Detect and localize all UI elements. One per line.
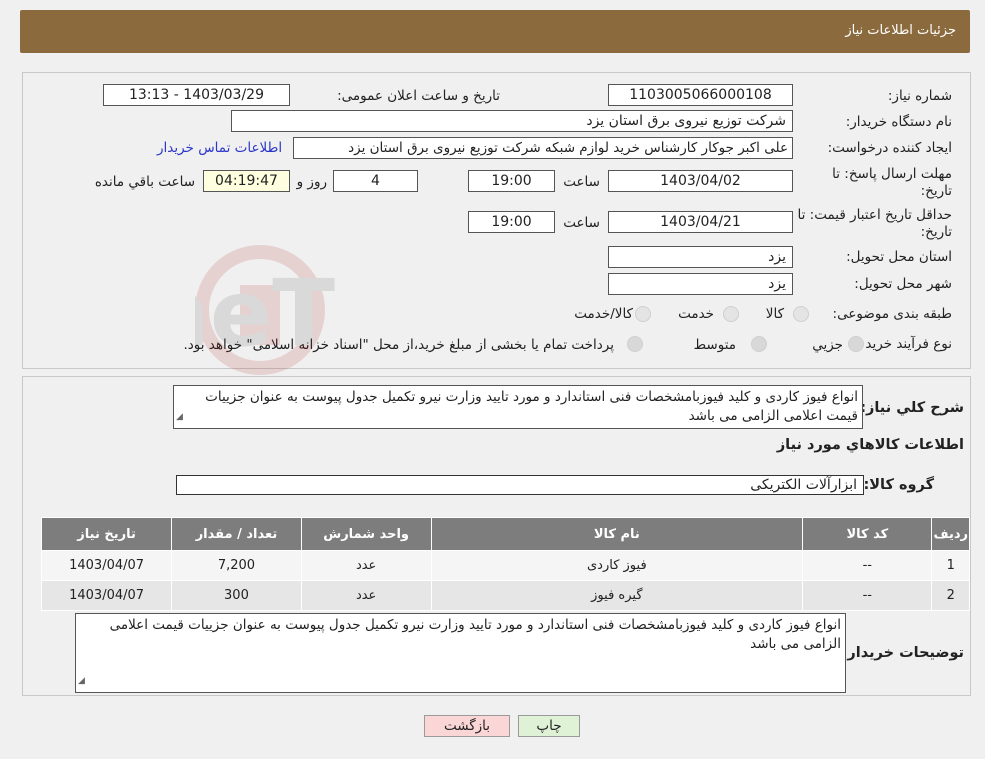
requester-field: علی اکبر جوکار کارشناس خرید لوازم شبکه ش…: [293, 137, 793, 159]
items-section-title: اطلاعات کالاهاي مورد نياز: [776, 437, 964, 453]
purchase-radio-minor[interactable]: [848, 336, 864, 352]
details-panel: شرح کلي نياز: انواع فیوز کاردی و کلید فی…: [22, 376, 971, 696]
buyer-notes-text: انواع فیوز کاردی و کلید فیوزبامشخصات فنی…: [109, 617, 841, 652]
reply-deadline-label: مهلت ارسال پاسخ: تا تاریخ:: [832, 166, 952, 199]
cell-row: 1: [931, 550, 970, 581]
resize-grip-icon[interactable]: ◢: [78, 672, 85, 691]
description-label: شرح کلي نياز:: [860, 400, 964, 416]
resize-grip-icon[interactable]: ◢: [176, 408, 183, 427]
buyer-notes-textarea[interactable]: انواع فیوز کاردی و کلید فیوزبامشخصات فنی…: [75, 613, 846, 693]
purchase-minor-label: جزيي: [812, 337, 843, 353]
cell-date: 1403/04/07: [40, 550, 173, 581]
buyer-notes-label: توضیحات خریدار:: [841, 645, 964, 661]
days-label: روز و: [296, 174, 327, 190]
cell-unit: عدد: [300, 550, 432, 581]
category-radio-goods-service[interactable]: [635, 306, 651, 322]
cell-code: --: [802, 580, 933, 611]
buyer-contact-link[interactable]: اطلاعات تماس خریدار: [157, 140, 282, 156]
announce-datetime-field: 1403/03/29 - 13:13: [103, 84, 290, 106]
cell-quantity: 7,200: [171, 550, 302, 581]
description-text: انواع فیوز کاردی و کلید فیوزبامشخصات فنی…: [205, 389, 858, 424]
category-radio-goods[interactable]: [793, 306, 809, 322]
requester-label: ایجاد کننده درخواست:: [827, 140, 952, 156]
cell-name: گیره فیوز: [430, 580, 804, 611]
city-field: یزد: [608, 273, 793, 295]
page-header: جزئیات اطلاعات نیاز: [20, 10, 970, 53]
need-number-field: 1103005066000108: [608, 84, 793, 106]
back-button[interactable]: بازگشت: [424, 715, 510, 737]
purchase-radio-medium[interactable]: [751, 336, 767, 352]
cell-unit: عدد: [300, 580, 432, 611]
print-button[interactable]: چاپ: [518, 715, 580, 737]
th-date: تاریخ نیاز: [40, 517, 173, 551]
need-number-label: شماره نیاز:: [887, 88, 952, 104]
th-code: کد کالا: [802, 517, 933, 551]
page-title: جزئیات اطلاعات نیاز: [845, 23, 956, 38]
cell-name: فیوز کاردی: [430, 550, 804, 581]
cell-quantity: 300: [171, 580, 302, 611]
items-table: رديف کد کالا نام کالا واحد شمارش تعداد /…: [40, 517, 970, 611]
purchase-note: پرداخت تمام یا بخشی از مبلغ خرید،از محل …: [183, 337, 614, 353]
buyer-org-field: شرکت توزیع نیروی برق استان یزد: [231, 110, 793, 132]
reply-deadline-date: 1403/04/02: [608, 170, 793, 192]
cell-row: 2: [931, 580, 970, 611]
need-info-panel: شماره نیاز: 1103005066000108 تاریخ و ساع…: [22, 72, 971, 369]
table-row: 2 -- گیره فیوز عدد 300 1403/04/07: [40, 580, 970, 611]
announce-datetime-label: تاریخ و ساعت اعلان عمومی:: [337, 88, 500, 104]
category-service-label: خدمت: [678, 306, 714, 322]
reply-days-field: 4: [333, 170, 418, 192]
price-validity-time: 19:00: [468, 211, 555, 233]
category-radio-service[interactable]: [723, 306, 739, 322]
purchase-medium-label: متوسط: [693, 337, 736, 353]
table-header-row: رديف کد کالا نام کالا واحد شمارش تعداد /…: [40, 517, 970, 551]
purchase-type-label: نوع فرآیند خرید :: [856, 336, 952, 352]
remaining-label: ساعت باقي مانده: [94, 174, 195, 190]
price-validity-date: 1403/04/21: [608, 211, 793, 233]
treasury-payment-checkbox[interactable]: [627, 336, 643, 352]
cell-date: 1403/04/07: [40, 580, 173, 611]
reply-deadline-time: 19:00: [468, 170, 555, 192]
th-unit: واحد شمارش: [300, 517, 432, 551]
buyer-org-label: نام دستگاه خریدار:: [845, 114, 952, 130]
price-time-label: ساعت: [563, 215, 600, 231]
reply-time-label: ساعت: [563, 174, 600, 190]
category-label: طبقه بندی موضوعی:: [832, 306, 952, 322]
province-label: استان محل تحویل:: [846, 249, 952, 265]
province-field: یزد: [608, 246, 793, 268]
category-goods-label: کالا: [765, 306, 784, 322]
category-goods-service-label: کالا/خدمت: [574, 306, 633, 322]
th-row: رديف: [931, 517, 970, 551]
remaining-time-field: 04:19:47: [203, 170, 290, 192]
table-row: 1 -- فیوز کاردی عدد 7,200 1403/04/07: [40, 550, 970, 581]
cell-code: --: [802, 550, 933, 581]
th-quantity: تعداد / مقدار: [171, 517, 302, 551]
th-name: نام کالا: [430, 517, 804, 551]
group-label: گروه کالا:: [863, 477, 934, 493]
description-textarea[interactable]: انواع فیوز کاردی و کلید فیوزبامشخصات فنی…: [173, 385, 863, 429]
group-field: ابزارآلات الکتریکی: [176, 475, 864, 495]
city-label: شهر محل تحویل:: [854, 276, 952, 292]
price-validity-label: حداقل تاریخ اعتبار قیمت: تا تاریخ:: [797, 207, 952, 240]
